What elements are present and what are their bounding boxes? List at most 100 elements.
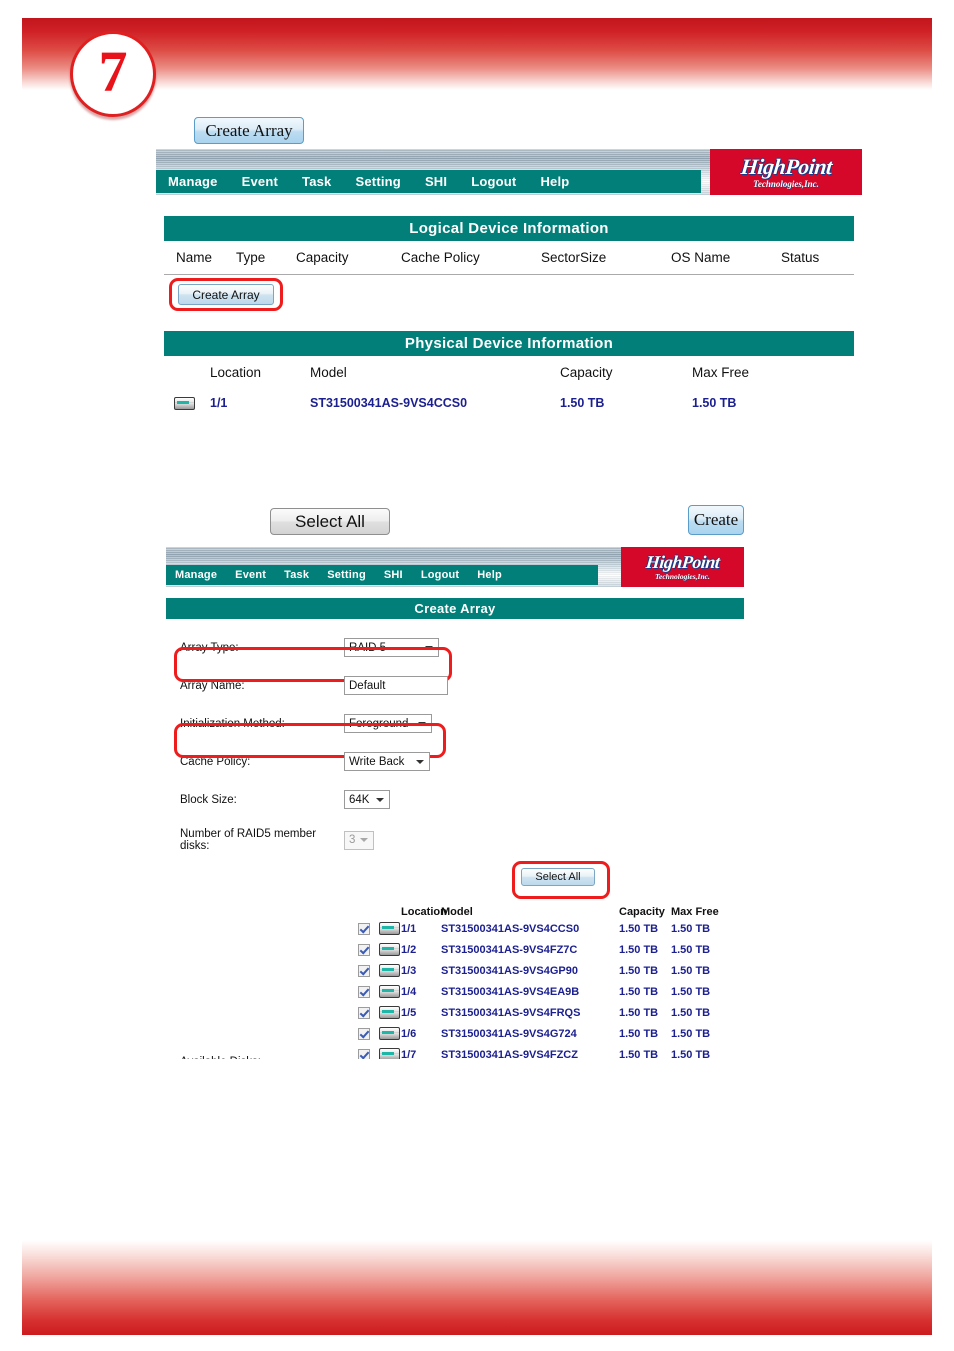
- form-row-array-type: Array Type: RAID 5: [166, 638, 744, 657]
- nav-item-manage[interactable]: Manage: [156, 174, 230, 189]
- col-status: Status: [781, 250, 820, 265]
- cell-model: ST31500341AS-9VS4G724: [441, 1027, 577, 1040]
- disk-row[interactable]: 1/5 ST31500341AS-9VS4FRQS 1.50 TB 1.50 TB: [351, 1002, 744, 1023]
- disk-row[interactable]: 1/1 ST31500341AS-9VS4CCS0 1.50 TB 1.50 TB: [351, 918, 744, 939]
- cell-location: 1/3: [401, 964, 417, 977]
- disk-checkbox[interactable]: [358, 1048, 370, 1059]
- table-row[interactable]: 1/1 ST31500341AS-9VS4CCS0 1.50 TB 1.50 T…: [164, 389, 854, 417]
- select-all-button[interactable]: Select All: [521, 868, 595, 886]
- initialization-method-select[interactable]: Foreground: [344, 714, 432, 733]
- highpoint-logo-name: HighPoint: [739, 153, 833, 179]
- physical-device-table: Location Model Capacity Max Free 1/1 ST3…: [164, 356, 854, 417]
- web-console-panel-devices: Manage Event Task Setting SHI Logout Hel…: [156, 149, 862, 417]
- cell-location: 1/5: [401, 1006, 417, 1019]
- disk-row[interactable]: 1/7 ST31500341AS-9VS4FZCZ 1.50 TB 1.50 TB: [351, 1044, 744, 1059]
- highpoint-logo: HighPoint Technologies,Inc.: [621, 547, 744, 587]
- chevron-down-icon: [418, 721, 426, 726]
- cell-location: 1/1: [210, 396, 228, 411]
- col-model: Model: [441, 906, 473, 918]
- step-number-label: 7: [98, 39, 128, 104]
- chevron-down-icon: [360, 838, 368, 842]
- cell-model[interactable]: ST31500341AS-9VS4CCS0: [310, 389, 560, 417]
- disk-row[interactable]: 1/2 ST31500341AS-9VS4FZ7C 1.50 TB 1.50 TB: [351, 939, 744, 960]
- cell-model: ST31500341AS-9VS4GP90: [441, 964, 578, 977]
- page-header-banner: [22, 18, 932, 90]
- member-disks-select: 3: [344, 830, 374, 850]
- col-capacity: Capacity: [619, 906, 665, 918]
- member-disks-value: 3: [349, 834, 356, 846]
- physical-device-section-header: Physical Device Information: [164, 331, 854, 356]
- nav-item-manage[interactable]: Manage: [166, 569, 226, 581]
- disk-table-header-row: Location Model Capacity Max Free: [351, 906, 744, 918]
- callout-create-label: Create: [693, 510, 739, 529]
- disk-checkbox[interactable]: [358, 943, 370, 956]
- cell-max-free: 1.50 TB: [671, 1027, 711, 1040]
- array-type-select[interactable]: RAID 5: [344, 638, 439, 657]
- col-cache-policy: Cache Policy: [401, 250, 480, 265]
- col-type: Type: [236, 250, 266, 265]
- col-location: Location: [210, 365, 262, 380]
- array-name-input[interactable]: Default: [344, 676, 448, 695]
- nav-chrome-background: Manage Event Task Setting SHI Logout Hel…: [166, 547, 744, 587]
- disk-checkbox[interactable]: [358, 1006, 370, 1019]
- highpoint-logo-tagline: Technologies,Inc.: [655, 572, 710, 582]
- disk-icon: [378, 1027, 400, 1040]
- callout-create-button[interactable]: Create: [688, 505, 744, 535]
- nav-item-shi[interactable]: SHI: [413, 174, 459, 189]
- cell-capacity: 1.50 TB: [560, 396, 605, 411]
- col-location: Location: [401, 906, 447, 918]
- cell-location: 1/2: [401, 943, 417, 956]
- nav-item-help[interactable]: Help: [468, 569, 511, 581]
- cell-model: ST31500341AS-9VS4FZ7C: [441, 943, 578, 956]
- disk-checkbox[interactable]: [358, 985, 370, 998]
- disk-row[interactable]: 1/3 ST31500341AS-9VS4GP90 1.50 TB 1.50 TB: [351, 960, 744, 981]
- cell-max-free: 1.50 TB: [671, 922, 711, 935]
- col-max-free: Max Free: [671, 906, 719, 918]
- nav-item-setting[interactable]: Setting: [343, 174, 412, 189]
- array-name-value: Default: [349, 679, 386, 692]
- disk-row[interactable]: 1/4 ST31500341AS-9VS4EA9B 1.50 TB 1.50 TB: [351, 981, 744, 1002]
- disk-selection-list: 1/1 ST31500341AS-9VS4CCS0 1.50 TB 1.50 TB 1/…: [351, 918, 744, 1059]
- form-row-cache-policy: Cache Policy: Write Back: [166, 752, 744, 771]
- cell-model: ST31500341AS-9VS4FZCZ: [441, 1048, 578, 1060]
- form-row-initialization-method: Initialization Method: Foreground: [166, 714, 744, 733]
- create-array-button[interactable]: Create Array: [178, 284, 274, 305]
- form-row-array-name: Array Name: Default: [166, 676, 744, 695]
- chevron-down-icon: [425, 645, 433, 650]
- highpoint-logo-name: HighPoint: [644, 552, 721, 573]
- col-capacity: Capacity: [296, 250, 349, 265]
- callout-select-all-button[interactable]: Select All: [270, 508, 390, 535]
- web-console-panel-create-array: Manage Event Task Setting SHI Logout Hel…: [166, 547, 744, 1059]
- nav-item-task[interactable]: Task: [275, 569, 318, 581]
- cache-policy-select[interactable]: Write Back: [344, 752, 430, 771]
- disk-checkbox[interactable]: [358, 1027, 370, 1040]
- block-size-select[interactable]: 64K: [344, 790, 390, 809]
- nav-item-task[interactable]: Task: [290, 174, 343, 189]
- table-header-row: Location Model Capacity Max Free: [164, 356, 854, 389]
- nav-item-event[interactable]: Event: [230, 174, 290, 189]
- console-navigation-header: Manage Event Task Setting SHI Logout Hel…: [166, 547, 744, 587]
- disk-checkbox[interactable]: [358, 922, 370, 935]
- nav-item-logout[interactable]: Logout: [412, 569, 468, 581]
- member-disks-label: Number of RAID5 member disks:: [180, 828, 317, 852]
- form-row-block-size: Block Size: 64K: [166, 790, 744, 809]
- array-type-label: Array Type:: [180, 641, 239, 654]
- nav-menu-bar: Manage Event Task Setting SHI Logout Hel…: [166, 565, 598, 585]
- nav-item-setting[interactable]: Setting: [318, 569, 375, 581]
- cell-capacity: 1.50 TB: [619, 985, 659, 998]
- disk-checkbox[interactable]: [358, 964, 370, 977]
- nav-item-help[interactable]: Help: [528, 174, 581, 189]
- logical-device-table: Name Type Capacity Cache Policy SectorSi…: [164, 241, 854, 274]
- disk-icon: [174, 397, 195, 411]
- disk-row[interactable]: 1/6 ST31500341AS-9VS4G724 1.50 TB 1.50 TB: [351, 1023, 744, 1044]
- cell-location: 1/1: [401, 922, 417, 935]
- cell-location: 1/4: [401, 985, 417, 998]
- nav-item-shi[interactable]: SHI: [375, 569, 412, 581]
- cell-capacity: 1.50 TB: [619, 943, 659, 956]
- nav-item-logout[interactable]: Logout: [459, 174, 528, 189]
- cell-capacity: 1.50 TB: [619, 922, 659, 935]
- callout-create-array-button[interactable]: Create Array: [194, 117, 304, 144]
- nav-item-event[interactable]: Event: [226, 569, 275, 581]
- logical-device-section-header: Logical Device Information: [164, 216, 854, 241]
- highpoint-logo-tagline: Technologies,Inc.: [753, 178, 819, 189]
